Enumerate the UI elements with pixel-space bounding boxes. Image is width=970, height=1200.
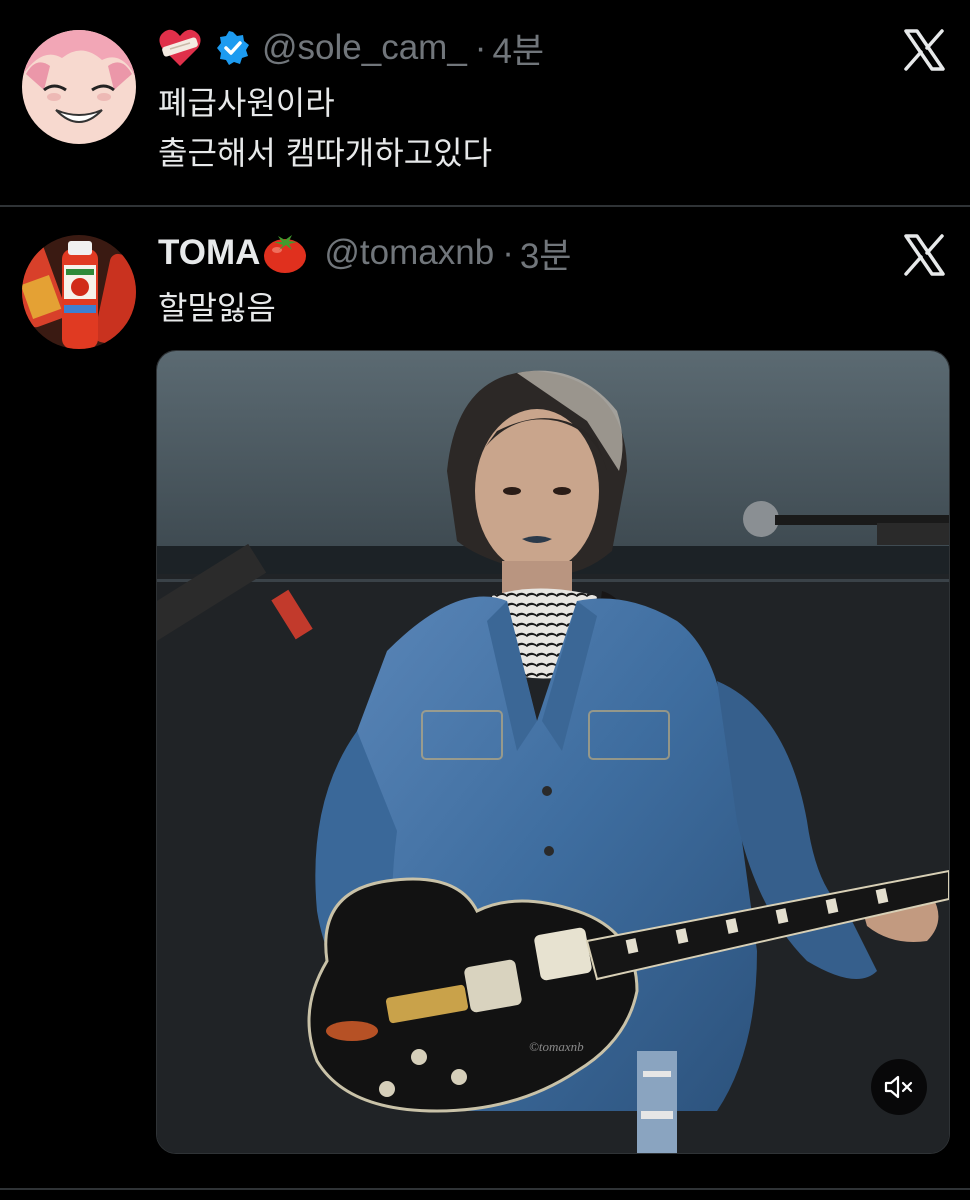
- heart-with-bandage-emoji-icon: [158, 28, 202, 68]
- tweet-text: 할말잃음: [158, 283, 276, 333]
- tweet-divider: [0, 1188, 970, 1190]
- x-logo-icon[interactable]: [902, 28, 946, 72]
- tomato-juice-avatar-icon: [22, 235, 136, 349]
- user-handle[interactable]: @sole_cam_: [262, 28, 467, 68]
- tweet-text-line: 출근해서 캠따개하고있다: [158, 134, 493, 172]
- tweet-text-line: 할말잃음: [158, 289, 276, 327]
- avatar[interactable]: [22, 30, 136, 144]
- video-watermark: ©tomaxnb: [529, 1039, 584, 1054]
- avatar[interactable]: [22, 235, 136, 349]
- timestamp[interactable]: 4분: [492, 23, 544, 74]
- video-frame: ©tomaxnb: [157, 351, 949, 1153]
- display-name[interactable]: TOMA: [158, 233, 260, 273]
- anime-face-avatar-icon: [22, 30, 136, 144]
- user-handle[interactable]: @tomaxnb: [324, 233, 494, 273]
- tweet[interactable]: TOMA @tomaxnb · 3분 할말잃음 ©tomaxnb: [0, 207, 970, 1200]
- tweet-video[interactable]: ©tomaxnb: [156, 350, 950, 1154]
- volume-muted-icon[interactable]: [871, 1059, 927, 1115]
- x-logo-icon[interactable]: [902, 233, 946, 277]
- tweet-text: 폐급사원이라 출근해서 캠따개하고있다: [158, 78, 492, 178]
- separator-dot: ·: [502, 233, 514, 272]
- separator-dot: ·: [474, 28, 487, 67]
- verified-badge-icon: [216, 31, 250, 65]
- timestamp[interactable]: 3분: [520, 228, 572, 279]
- tweet-header: TOMA @tomaxnb · 3분: [158, 232, 572, 276]
- tomato-emoji-icon: [262, 232, 308, 274]
- tweet[interactable]: @sole_cam_ · 4분 폐급사원이라 출근해서 캠따개하고있다: [0, 0, 970, 205]
- tweet-text-line: 폐급사원이라: [158, 84, 335, 122]
- tweet-header: @sole_cam_ · 4분: [158, 28, 544, 71]
